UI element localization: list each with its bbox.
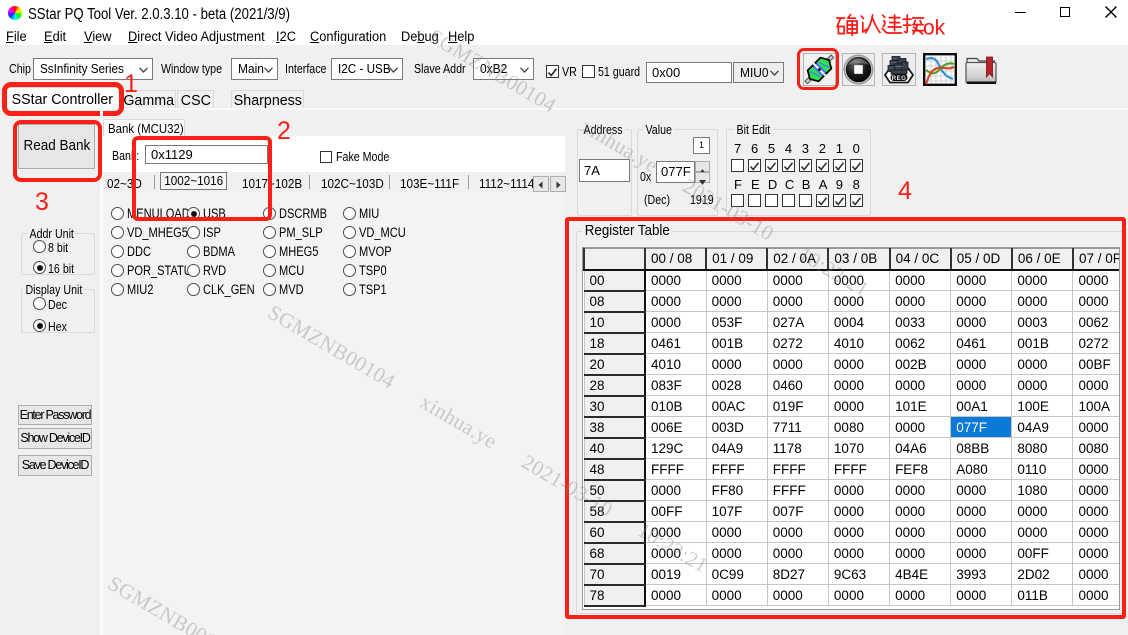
svg-text:REG: REG (892, 76, 907, 82)
svg-text:ok: ok (923, 17, 946, 40)
